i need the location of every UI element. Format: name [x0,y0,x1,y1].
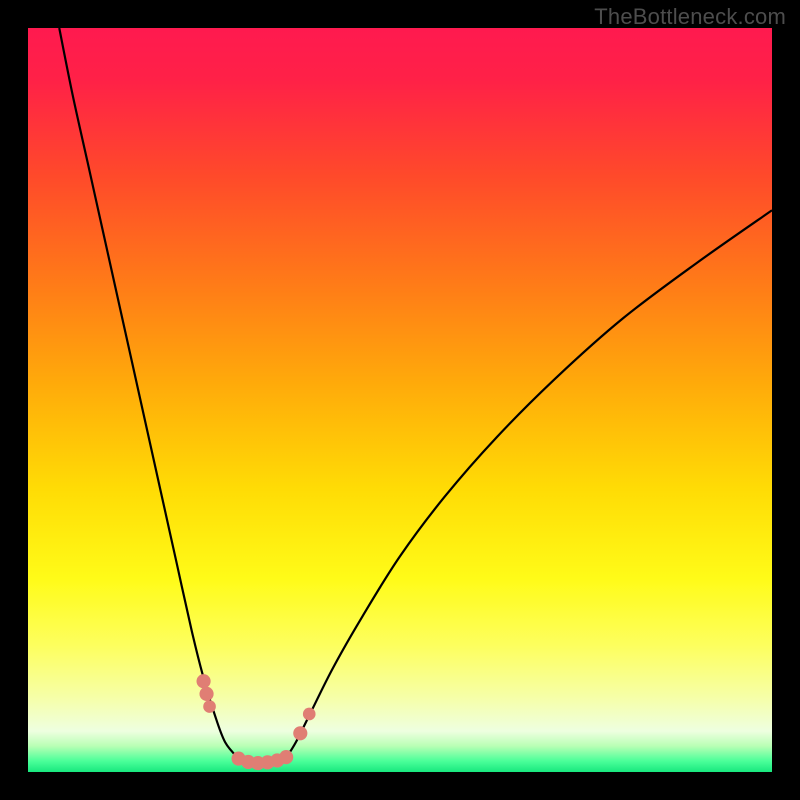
chart-frame: TheBottleneck.com [0,0,800,800]
curve-left-branch [59,28,240,760]
curve-right-branch [285,210,772,760]
data-marker [197,674,211,688]
data-marker [199,687,213,701]
data-marker [303,708,316,721]
chart-svg [28,28,772,772]
data-marker [279,750,293,764]
data-marker [293,726,307,740]
watermark-label: TheBottleneck.com [594,4,786,30]
data-marker [203,700,216,713]
